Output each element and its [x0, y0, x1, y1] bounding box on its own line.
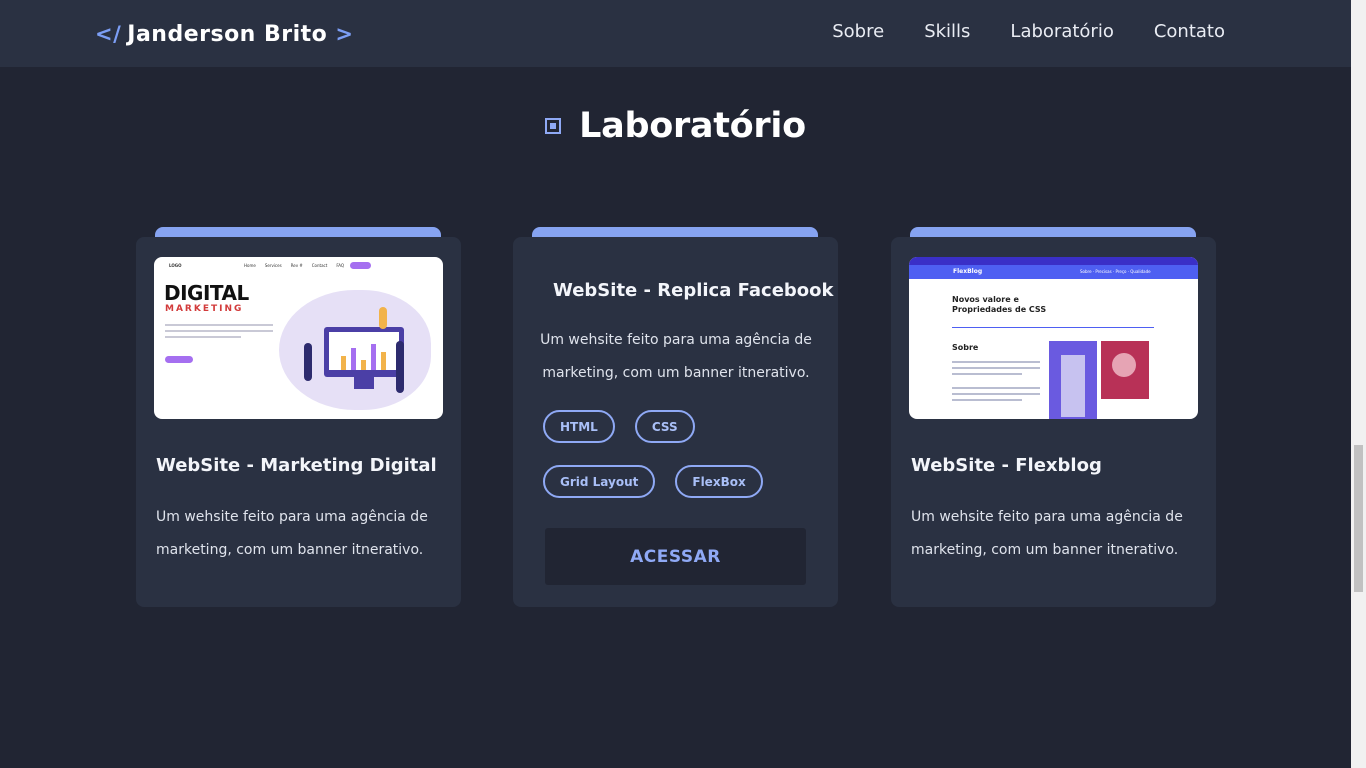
- thumb-section-title: Sobre: [952, 343, 979, 352]
- thumb-link: Contact: [311, 263, 328, 268]
- scrollbar-thumb[interactable]: [1354, 445, 1363, 592]
- card-title: WebSite - Marketing Digital: [156, 455, 437, 476]
- chevron-right-icon: >: [335, 22, 354, 46]
- tag-grid-layout: Grid Layout: [543, 465, 656, 498]
- thumb-nav: LOGO Home Services Rev # Contact FAQ: [166, 262, 436, 272]
- thumb-link: Rev #: [290, 263, 303, 268]
- thumb-text-line: [952, 387, 1040, 389]
- project-card-facebook: WebSite - Replica Facebook Um wehsite fe…: [513, 237, 838, 607]
- card-description: Um wehsite feito para uma agência de mar…: [540, 332, 812, 381]
- tech-tags: HTML CSS Grid Layout FlexBox: [543, 410, 823, 498]
- project-thumbnail-flexblog[interactable]: FlexBlog Sobre · Precisas · Preço · Qual…: [909, 257, 1198, 419]
- thumb-text-line: [952, 399, 1022, 401]
- thumb-text-line: [165, 324, 273, 326]
- thumb-heading-line: Propriedades de CSS: [952, 305, 1047, 314]
- illustration-stand: [354, 377, 374, 389]
- tag-flexbox: FlexBox: [675, 465, 763, 498]
- illustration-person: [396, 341, 404, 393]
- thumb-link: Home: [244, 263, 256, 268]
- thumb-link: Services: [264, 263, 282, 268]
- card-description: Um wehsite feito para uma agência de mar…: [156, 509, 428, 558]
- section-heading: Laboratório: [0, 106, 1351, 146]
- thumb-photo-figure: [1061, 355, 1085, 417]
- thumb-text-line: [165, 330, 273, 332]
- thumb-text-line: [952, 367, 1040, 369]
- nav-link-laboratorio[interactable]: Laboratório: [1010, 21, 1113, 42]
- project-card-flexblog: FlexBlog Sobre · Precisas · Preço · Qual…: [891, 237, 1216, 607]
- scrollbar[interactable]: [1351, 0, 1366, 768]
- card-description: Um wehsite feito para uma agência de mar…: [911, 509, 1183, 558]
- thumb-text-line: [165, 336, 241, 338]
- section-title: Laboratório: [579, 106, 806, 146]
- nav-link-sobre[interactable]: Sobre: [832, 21, 884, 42]
- thumb-subheading: MARKETING: [165, 304, 244, 314]
- thumb-text-line: [952, 361, 1040, 363]
- thumb-text-line: [952, 373, 1022, 375]
- thumb-text-line: [952, 393, 1040, 395]
- thumb-heading: DIGITAL: [164, 281, 249, 305]
- thumb-heading-line: Novos valore e: [952, 295, 1019, 304]
- square-icon: [545, 118, 562, 134]
- tag-html: HTML: [543, 410, 615, 443]
- thumb-logo: LOGO: [169, 263, 182, 268]
- thumb-photo-figure: [1112, 353, 1136, 377]
- main-nav: Sobre Skills Laboratório Contato: [832, 21, 1225, 42]
- site-logo[interactable]: </ Janderson Brito >: [95, 19, 353, 49]
- site-header: </ Janderson Brito > Sobre Skills Labora…: [0, 0, 1351, 67]
- thumb-links: Sobre · Precisas · Preço · Qualidade: [1080, 269, 1151, 274]
- logo-name: Janderson Brito: [127, 21, 328, 47]
- thumb-button: [165, 356, 193, 363]
- illustration-person: [379, 307, 387, 329]
- thumb-topbar: [909, 257, 1198, 265]
- thumb-link: FAQ: [336, 263, 345, 268]
- illustration-person: [304, 343, 312, 381]
- thumb-links: Home Services Rev # Contact FAQ: [244, 263, 344, 268]
- code-icon: </: [95, 22, 122, 46]
- project-card-marketing: LOGO Home Services Rev # Contact FAQ DIG…: [136, 237, 461, 607]
- tag-css: CSS: [634, 410, 695, 443]
- thumb-heading: Novos valore e Propriedades de CSS: [952, 295, 1046, 315]
- card-title: WebSite - Replica Facebook: [553, 280, 834, 301]
- thumb-divider: [952, 327, 1154, 328]
- card-title: WebSite - Flexblog: [911, 455, 1102, 476]
- nav-link-skills[interactable]: Skills: [924, 21, 970, 42]
- thumb-pill: [350, 262, 371, 269]
- nav-link-contato[interactable]: Contato: [1154, 21, 1225, 42]
- access-button[interactable]: ACESSAR: [545, 528, 806, 585]
- project-thumbnail-marketing[interactable]: LOGO Home Services Rev # Contact FAQ DIG…: [154, 257, 443, 419]
- thumb-logo: FlexBlog: [953, 268, 983, 275]
- illustration-monitor-screen: [329, 332, 399, 370]
- thumb-nav: FlexBlog Sobre · Precisas · Preço · Qual…: [909, 265, 1198, 279]
